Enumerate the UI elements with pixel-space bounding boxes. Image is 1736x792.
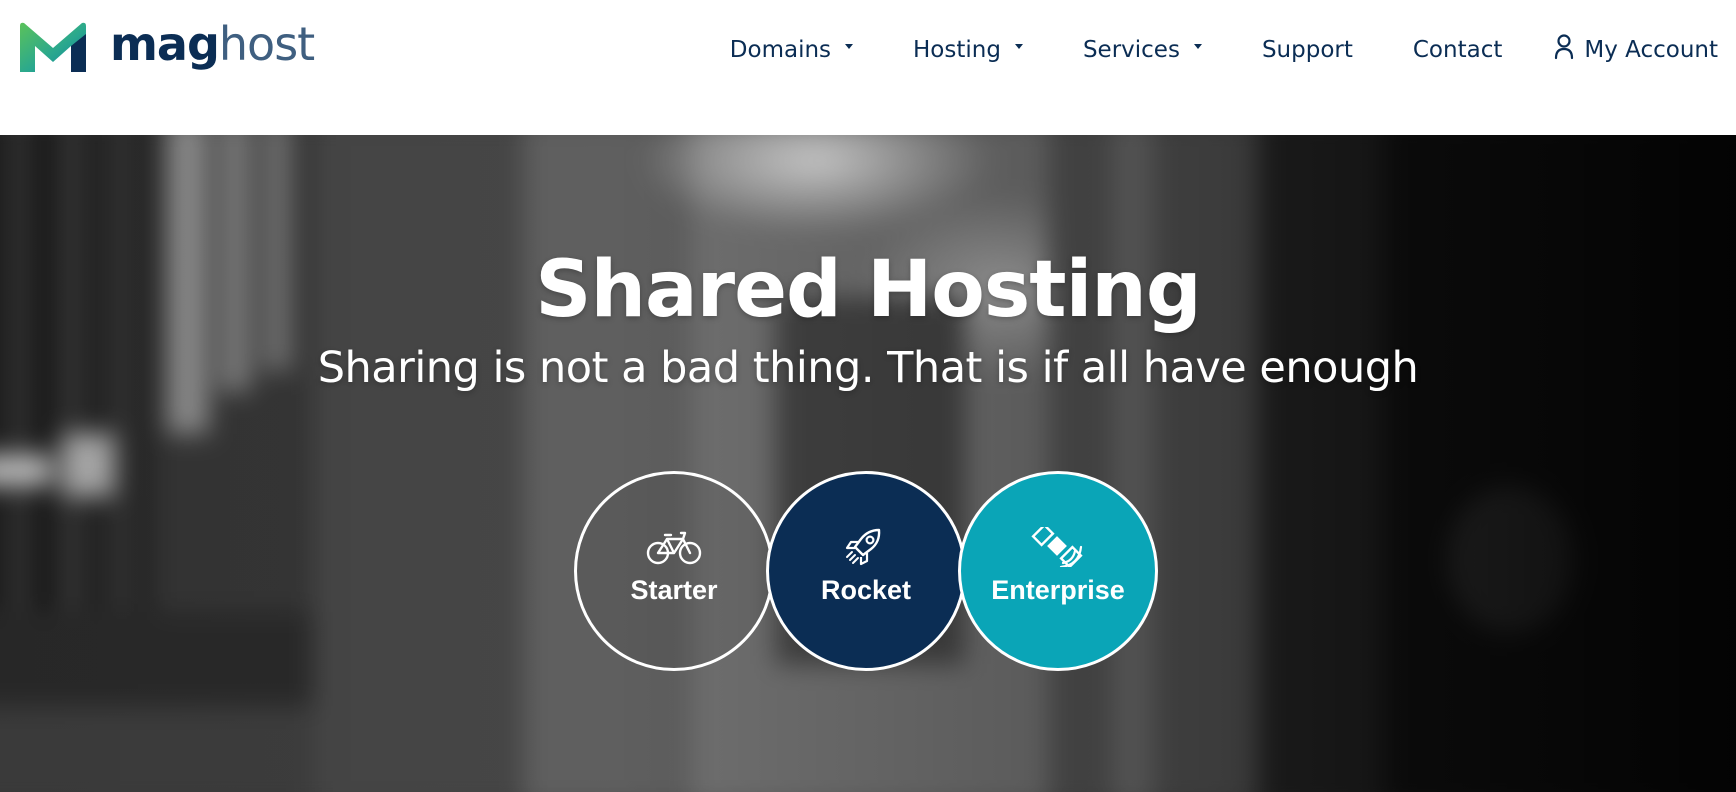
- logo-text-mag: mag: [110, 17, 220, 71]
- nav-item-my-account[interactable]: My Account: [1554, 34, 1718, 63]
- plan-starter-button[interactable]: Starter: [574, 471, 774, 671]
- nav-item-contact[interactable]: Contact: [1413, 37, 1502, 63]
- caret-down-icon: [845, 43, 854, 49]
- plan-enterprise-button[interactable]: Enterprise: [958, 471, 1158, 671]
- logo-wordmark: maghost: [110, 21, 315, 67]
- maghost-logo-mark-icon: [20, 22, 86, 72]
- logo-text-host: host: [218, 17, 315, 71]
- rocket-icon: [845, 528, 881, 565]
- plan-starter-label: Starter: [630, 574, 718, 605]
- nav-item-services[interactable]: Services: [1083, 37, 1202, 63]
- maghost-logo[interactable]: maghost: [18, 18, 315, 78]
- hero-section: Shared Hosting Sharing is not a bad thin…: [0, 135, 1736, 792]
- plan-rocket-label: Rocket: [820, 574, 912, 605]
- hero-subtitle: Sharing is not a bad thing. That is if a…: [317, 343, 1419, 393]
- nav-item-hosting[interactable]: Hosting: [913, 37, 1023, 63]
- site-header: maghost Domains Hosting Services Support…: [0, 0, 1736, 135]
- user-icon: [1555, 34, 1574, 60]
- plan-rocket-button[interactable]: Rocket: [766, 471, 966, 671]
- hero-overlay: [0, 135, 1736, 792]
- nav-label-my-account: My Account: [1584, 37, 1718, 63]
- satellite-icon: [1031, 526, 1083, 567]
- nav-label-services: Services: [1082, 37, 1180, 63]
- nav-item-support[interactable]: Support: [1262, 37, 1353, 63]
- hero-title: Shared Hosting: [535, 245, 1201, 335]
- main-nav: Domains Hosting Services Support Contact…: [730, 30, 1718, 70]
- nav-label-hosting: Hosting: [913, 37, 1001, 63]
- bicycle-icon: [646, 531, 702, 564]
- caret-down-icon: [1014, 43, 1023, 49]
- nav-item-domains[interactable]: Domains: [729, 37, 854, 63]
- caret-down-icon: [1193, 43, 1202, 49]
- nav-label-domains: Domains: [729, 37, 832, 63]
- nav-label-contact: Contact: [1412, 37, 1503, 63]
- plan-enterprise-label: Enterprise: [991, 574, 1125, 605]
- nav-label-support: Support: [1261, 37, 1353, 63]
